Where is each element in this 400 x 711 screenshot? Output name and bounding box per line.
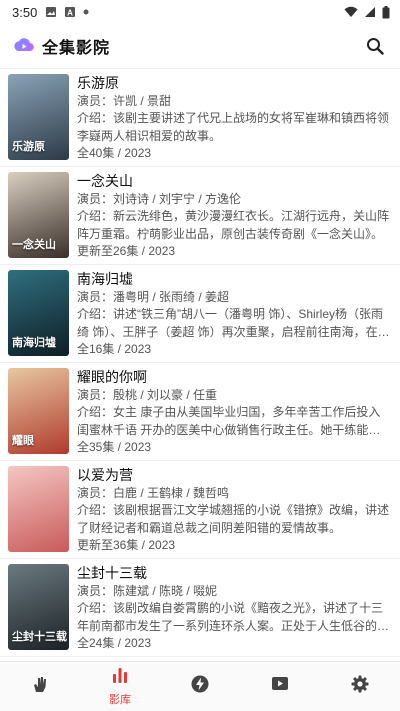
battery-icon [382, 5, 390, 18]
image-icon [46, 7, 57, 17]
app-logo-icon [14, 38, 34, 52]
svg-text:A: A [67, 9, 73, 18]
wifi-icon [344, 6, 358, 17]
bars-icon [111, 666, 129, 689]
dot-icon [83, 9, 89, 15]
item-actors: 演员：陈建斌 / 陈晓 / 啜妮 [77, 584, 218, 598]
item-meta: 全24集 / 2023 [77, 636, 152, 650]
nav-tab-live[interactable] [160, 662, 240, 711]
list-item[interactable]: 一念关山 一念关山 演员：刘诗诗 / 刘宇宁 / 方逸伦 介绍：新云洗绯色，黄沙… [0, 167, 400, 265]
poster-image[interactable]: 乐游原 [8, 74, 69, 160]
item-actors: 演员：潘粤明 / 张雨绮 / 姜超 [77, 290, 230, 304]
list-item[interactable]: 乐游原 乐游原 演员：许凯 / 景甜 介绍：该剧主要讲述了代兄上战场的女将军崔琳… [0, 69, 400, 167]
poster-image[interactable]: 耀眼 [8, 368, 69, 454]
hand-icon [30, 674, 50, 699]
list-item[interactable]: 以爱为营 演员：白鹿 / 王鹤棣 / 魏哲鸣 介绍：该剧根据晋江文学城翘摇的小说… [0, 461, 400, 559]
font-icon: A [65, 7, 76, 18]
app-bar: 全集影院 [0, 24, 400, 68]
item-title: 南海归墟 [77, 271, 133, 287]
nav-tab-library[interactable]: 影库 [80, 662, 160, 711]
list-item[interactable]: 尘封十三载 尘封十三载 演员：陈建斌 / 陈晓 / 啜妮 介绍：该剧改编自娄霄鹏… [0, 559, 400, 657]
poster-image[interactable]: 尘封十三载 [8, 564, 69, 650]
item-description: 介绍：该剧改编自娄霄鹏的小说《黯夜之光》，讲述了十三年前南都市发生了一系列连环杀… [77, 601, 390, 632]
list-item[interactable]: 耀眼 耀眼的你啊 演员：殷桃 / 刘以豪 / 任重 介绍：女主 康子由从美国毕业… [0, 363, 400, 461]
nav-tab-home[interactable] [0, 662, 80, 711]
play-icon [270, 674, 290, 699]
nav-tab-settings[interactable] [320, 662, 400, 711]
poster-title: 尘封十三载 [12, 631, 67, 643]
poster-image[interactable] [8, 466, 69, 552]
poster-title: 一念关山 [12, 239, 56, 251]
poster-title: 耀眼 [12, 435, 34, 447]
list-item[interactable]: 南海归墟 南海归墟 演员：潘粤明 / 张雨绮 / 姜超 介绍：讲述“铁三角”胡八… [0, 265, 400, 363]
item-actors: 演员：殷桃 / 刘以豪 / 任重 [77, 388, 218, 402]
poster-image[interactable]: 南海归墟 [8, 270, 69, 356]
item-description: 介绍：该剧主要讲述了代兄上战场的女将军崔琳和镇西将领李嶷两人相识相爱的故事。 [77, 111, 390, 142]
signal-icon [365, 7, 375, 17]
nav-label: 影库 [109, 694, 131, 706]
item-meta: 更新至36集 / 2023 [77, 538, 176, 552]
item-title: 耀眼的你啊 [77, 369, 147, 385]
item-actors: 演员：许凯 / 景甜 [77, 94, 172, 108]
search-icon [367, 38, 384, 55]
poster-title: 南海归墟 [12, 337, 56, 349]
item-title: 乐游原 [77, 75, 119, 91]
gear-icon [350, 674, 370, 699]
item-actors: 演员：白鹿 / 王鹤棣 / 魏哲鸣 [77, 486, 230, 500]
item-title: 一念关山 [77, 173, 133, 189]
poster-title: 乐游原 [12, 141, 45, 153]
item-meta: 更新至26集 / 2023 [77, 244, 176, 258]
app-title: 全集影院 [42, 40, 111, 57]
item-meta: 全35集 / 2023 [77, 440, 152, 454]
item-title: 以爱为营 [77, 467, 133, 483]
status-bar: 3:50 A [0, 0, 400, 24]
search-button[interactable] [362, 33, 388, 59]
status-time: 3:50 [12, 4, 38, 20]
item-actors: 演员：刘诗诗 / 刘宇宁 / 方逸伦 [77, 192, 242, 206]
lightning-icon [190, 674, 210, 699]
item-meta: 全16集 / 2023 [77, 342, 152, 356]
nav-tab-video[interactable] [240, 662, 320, 711]
item-description: 介绍：该剧根据晋江文学城翘摇的小说《错撩》改编，讲述了财经记者和霸道总裁之间阴差… [77, 503, 390, 534]
item-description: 介绍：新云洗绯色，黄沙漫漫红衣长。江湖行远舟，关山阵阵万重霜。柠萌影业出品，原创… [77, 209, 390, 240]
drama-list[interactable]: 乐游原 乐游原 演员：许凯 / 景甜 介绍：该剧主要讲述了代兄上战场的女将军崔琳… [0, 68, 400, 661]
item-description: 介绍：讲述“铁三角”胡八一（潘粤明 饰）、Shirley杨（张雨绮 饰）、王胖子… [77, 307, 390, 338]
item-description: 介绍：女主 康子由从美国毕业归国，多年辛苦工作后投入闺蜜林千语 开办的医美中心做… [77, 405, 381, 436]
item-title: 尘封十三载 [77, 565, 147, 581]
bottom-nav: 影库 [0, 661, 400, 711]
poster-image[interactable]: 一念关山 [8, 172, 69, 258]
item-meta: 全40集 / 2023 [77, 146, 152, 160]
